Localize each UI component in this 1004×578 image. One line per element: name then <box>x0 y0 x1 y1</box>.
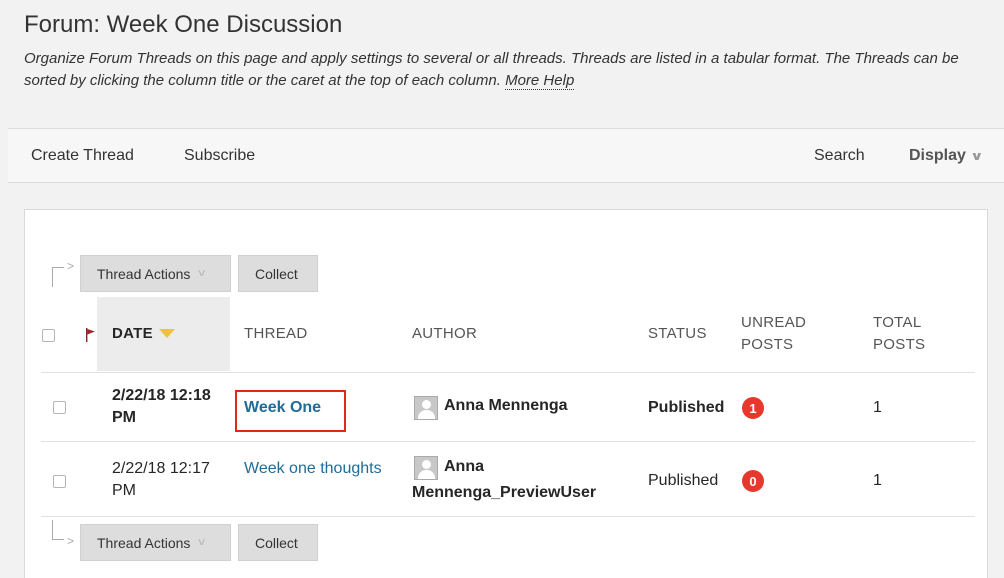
sort-caret-down-icon <box>158 328 175 338</box>
thread-actions-label: Thread Actions <box>97 534 191 551</box>
unread-header-line1: UNREAD <box>741 314 807 331</box>
row-total: 1 <box>873 399 882 416</box>
thread-actions-button-top[interactable]: Thread Actions ∨ <box>80 255 231 292</box>
row-date: 2/22/18 12:17 PM <box>112 458 210 502</box>
page-description: Organize Forum Threads on this page and … <box>24 48 984 92</box>
action-bar: Create Thread Subscribe Search Display ∨ <box>8 128 1004 183</box>
total-posts-column-header[interactable]: TOTAL POSTS <box>873 312 925 356</box>
row-date-line2: PM <box>112 482 136 499</box>
thread-actions-label: Thread Actions <box>97 265 191 282</box>
total-header-line1: TOTAL <box>873 314 922 331</box>
collect-label: Collect <box>255 265 298 282</box>
chevron-down-icon: ∨ <box>969 149 984 163</box>
thread-column-header[interactable]: THREAD <box>244 323 307 345</box>
row-date-line2: PM <box>112 409 136 426</box>
create-thread-button[interactable]: Create Thread <box>31 147 134 165</box>
collect-label: Collect <box>255 534 298 551</box>
collect-button-top[interactable]: Collect <box>238 255 318 292</box>
row-divider <box>41 516 975 517</box>
unread-posts-column-header[interactable]: UNREAD POSTS <box>741 312 806 356</box>
subscribe-button[interactable]: Subscribe <box>184 147 255 165</box>
row-author-line1: Anna Mennenga <box>444 397 568 414</box>
date-column-header[interactable]: DATE <box>112 323 175 345</box>
avatar-icon <box>414 456 438 480</box>
avatar-icon <box>414 396 438 420</box>
row-date-line1: 2/22/18 12:17 <box>112 460 210 477</box>
select-all-checkbox[interactable] <box>42 329 55 342</box>
row-author-line2: Mennenga_PreviewUser <box>412 484 597 501</box>
more-help-link[interactable]: More Help <box>505 72 575 90</box>
row-date-line1: 2/22/18 12:18 <box>112 387 211 404</box>
row-checkbox[interactable] <box>53 475 66 488</box>
page-title: Forum: Week One Discussion <box>24 11 343 38</box>
thread-actions-button-bottom[interactable]: Thread Actions ∨ <box>80 524 231 561</box>
thread-link[interactable]: Week one thoughts <box>244 458 382 480</box>
row-date: 2/22/18 12:18 PM <box>112 385 211 429</box>
unread-badge[interactable]: 0 <box>742 470 764 492</box>
row-divider <box>41 441 975 442</box>
row-author-line1: Anna <box>444 458 484 475</box>
bracket-arrow-icon: > <box>52 520 74 548</box>
page-description-text: Organize Forum Threads on this page and … <box>24 50 959 89</box>
chevron-down-icon: ∨ <box>196 537 208 548</box>
chevron-down-icon: ∨ <box>196 268 208 279</box>
flag-icon[interactable] <box>85 328 96 342</box>
threads-panel: > Thread Actions ∨ Collect DATE THREAD AU… <box>24 209 988 578</box>
display-label: Display <box>909 147 966 164</box>
collect-button-bottom[interactable]: Collect <box>238 524 318 561</box>
thread-link[interactable]: Week One <box>244 397 321 419</box>
unread-header-line2: POSTS <box>741 336 794 353</box>
unread-badge[interactable]: 1 <box>742 397 764 419</box>
bracket-arrow-icon: > <box>52 259 74 287</box>
row-author: Anna Mennenga <box>444 395 568 417</box>
page-header: Forum: Week One Discussion Organize Foru… <box>0 0 1004 128</box>
row-status: Published <box>648 472 719 489</box>
author-column-header[interactable]: AUTHOR <box>412 323 477 345</box>
row-total: 1 <box>873 472 882 489</box>
display-menu[interactable]: Display ∨ <box>909 147 984 165</box>
row-divider <box>41 372 975 373</box>
date-header-label: DATE <box>112 325 153 342</box>
total-header-line2: POSTS <box>873 336 926 353</box>
search-button[interactable]: Search <box>814 147 865 165</box>
row-checkbox[interactable] <box>53 401 66 414</box>
row-status: Published <box>648 399 725 416</box>
row-author: Anna <box>444 456 484 478</box>
status-column-header[interactable]: STATUS <box>648 323 707 345</box>
